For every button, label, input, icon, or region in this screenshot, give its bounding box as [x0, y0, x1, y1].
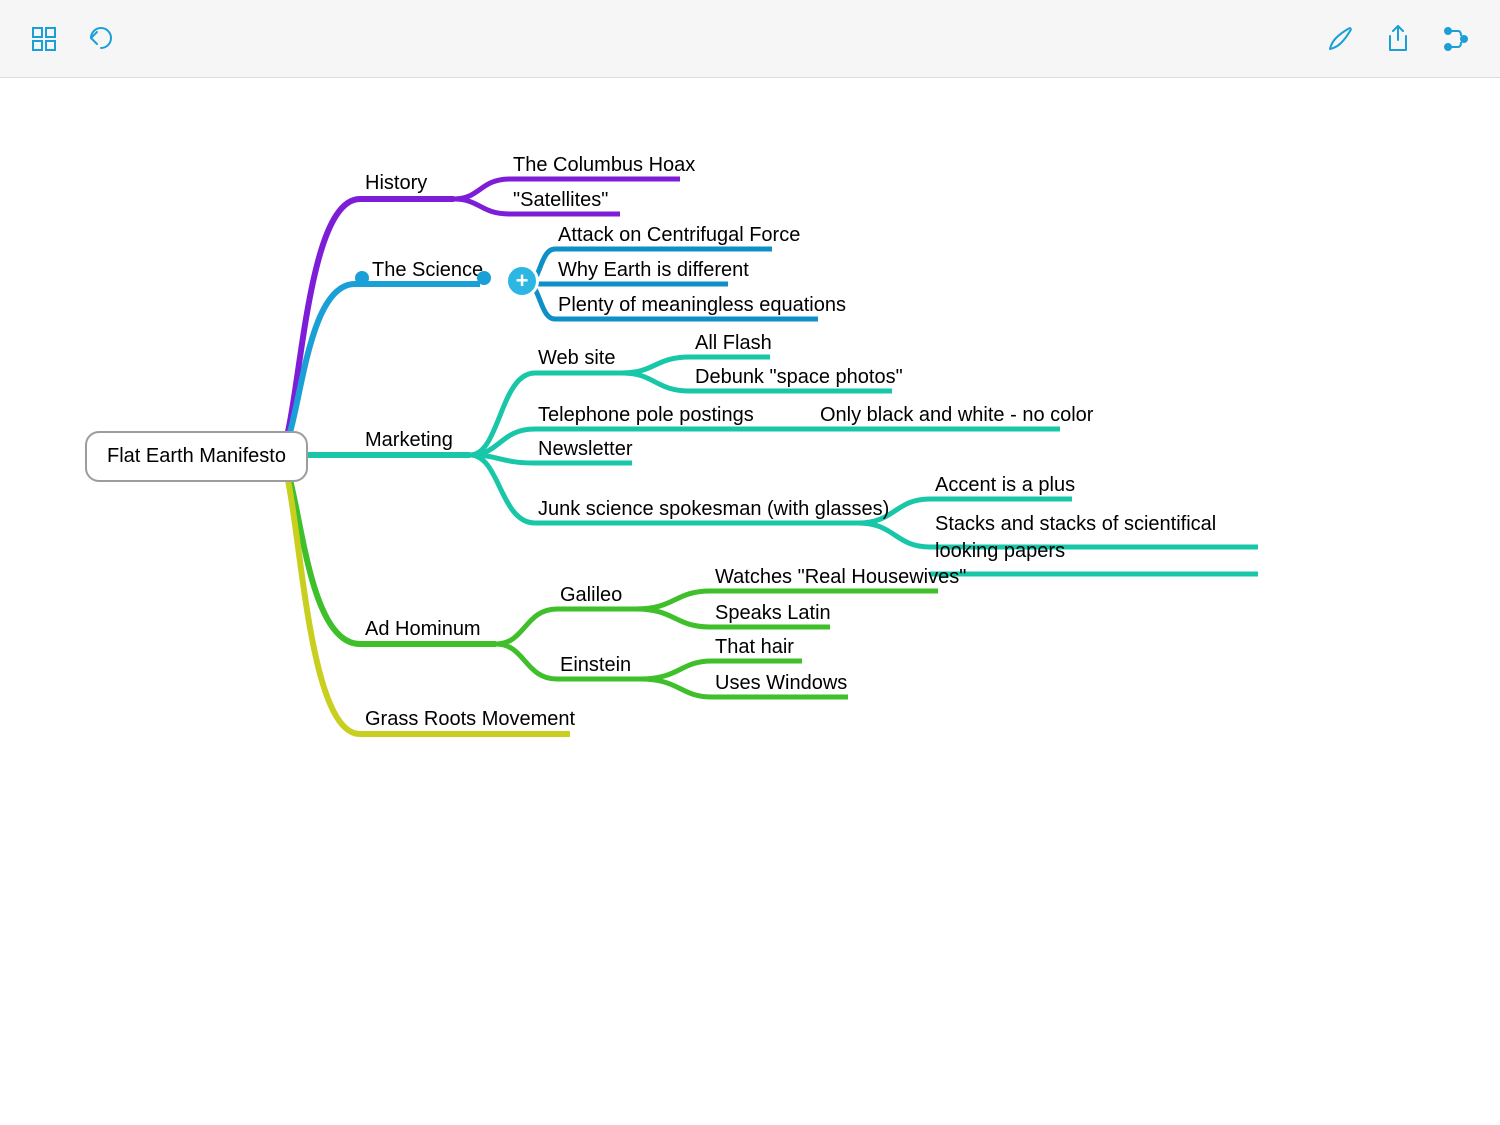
- node-grassroots[interactable]: Grass Roots Movement: [365, 708, 575, 731]
- node-accent[interactable]: Accent is a plus: [935, 474, 1075, 497]
- node-website-label: Web site: [538, 347, 615, 369]
- node-windows-label: Uses Windows: [715, 672, 847, 694]
- node-telephone-label: Telephone pole postings: [538, 404, 754, 426]
- node-hair-label: That hair: [715, 636, 794, 658]
- pen-icon[interactable]: [1320, 19, 1360, 59]
- node-marketing-label: Marketing: [365, 429, 453, 451]
- node-columbus[interactable]: The Columbus Hoax: [513, 154, 695, 177]
- node-galileo-label: Galileo: [560, 584, 622, 606]
- node-why-diff[interactable]: Why Earth is different: [558, 259, 749, 282]
- node-accent-label: Accent is a plus: [935, 474, 1075, 496]
- node-telephone[interactable]: Telephone pole postings: [538, 404, 754, 427]
- node-centrifugal[interactable]: Attack on Centrifugal Force: [558, 224, 800, 247]
- node-newsletter-label: Newsletter: [538, 438, 632, 460]
- node-science-label: The Science: [372, 259, 483, 281]
- node-newsletter[interactable]: Newsletter: [538, 438, 632, 461]
- node-satellites-label: "Satellites": [513, 189, 608, 211]
- node-grassroots-label: Grass Roots Movement: [365, 708, 575, 730]
- node-spokesman-label: Junk science spokesman (with glasses): [538, 498, 889, 520]
- share-icon[interactable]: [1378, 19, 1418, 59]
- selection-dot-right[interactable]: [477, 271, 491, 285]
- node-equations[interactable]: Plenty of meaningless equations: [558, 294, 846, 317]
- node-spokesman[interactable]: Junk science spokesman (with glasses): [538, 498, 889, 521]
- grid-icon[interactable]: [24, 19, 64, 59]
- node-debunk[interactable]: Debunk "space photos": [695, 366, 903, 389]
- node-housewives[interactable]: Watches "Real Housewives": [715, 566, 966, 589]
- node-columbus-label: The Columbus Hoax: [513, 154, 695, 176]
- node-allflash-label: All Flash: [695, 332, 772, 354]
- node-marketing[interactable]: Marketing: [365, 429, 453, 452]
- node-website[interactable]: Web site: [538, 347, 615, 370]
- node-adhom[interactable]: Ad Hominum: [365, 618, 481, 641]
- node-bw[interactable]: Only black and white - no color: [820, 404, 1093, 427]
- root-node[interactable]: Flat Earth Manifesto: [85, 431, 308, 482]
- node-latin[interactable]: Speaks Latin: [715, 602, 831, 625]
- node-galileo[interactable]: Galileo: [560, 584, 622, 607]
- node-hair[interactable]: That hair: [715, 636, 794, 659]
- node-equations-label: Plenty of meaningless equations: [558, 294, 846, 316]
- node-einstein[interactable]: Einstein: [560, 654, 631, 677]
- root-label: Flat Earth Manifesto: [107, 445, 286, 467]
- node-latin-label: Speaks Latin: [715, 602, 831, 624]
- node-bw-label: Only black and white - no color: [820, 404, 1093, 426]
- node-einstein-label: Einstein: [560, 654, 631, 676]
- node-debunk-label: Debunk "space photos": [695, 366, 903, 388]
- node-windows[interactable]: Uses Windows: [715, 672, 847, 695]
- selection-dot-left[interactable]: [355, 271, 369, 285]
- node-adhom-label: Ad Hominum: [365, 618, 481, 640]
- undo-icon[interactable]: [82, 19, 122, 59]
- node-history-label: History: [365, 172, 427, 194]
- toolbar: [0, 0, 1500, 78]
- add-child-button[interactable]: +: [505, 264, 539, 298]
- node-history[interactable]: History: [365, 172, 427, 195]
- node-allflash[interactable]: All Flash: [695, 332, 772, 355]
- node-satellites[interactable]: "Satellites": [513, 189, 608, 212]
- node-science[interactable]: The Science: [372, 259, 483, 282]
- node-stacks-label: Stacks and stacks of scientifical lookin…: [935, 513, 1216, 562]
- node-housewives-label: Watches "Real Housewives": [715, 566, 966, 588]
- mindmap-canvas[interactable]: Flat Earth Manifesto History The Columbu…: [0, 79, 1500, 1125]
- node-stacks[interactable]: Stacks and stacks of scientifical lookin…: [935, 511, 1255, 565]
- node-why-diff-label: Why Earth is different: [558, 259, 749, 281]
- node-centrifugal-label: Attack on Centrifugal Force: [558, 224, 800, 246]
- style-icon[interactable]: [1436, 19, 1476, 59]
